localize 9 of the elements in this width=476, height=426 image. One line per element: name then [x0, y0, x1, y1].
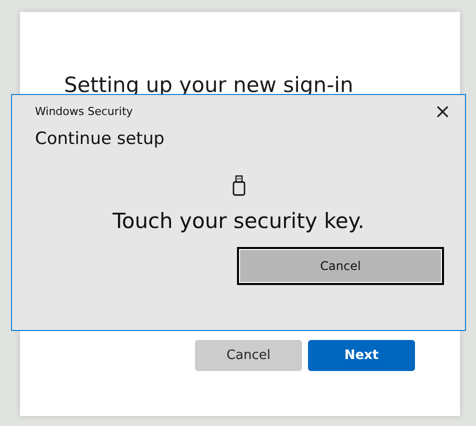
- cancel-button[interactable]: Cancel: [237, 247, 444, 285]
- usb-key-icon: [232, 175, 246, 197]
- window-title: Setting up your new sign-in: [64, 72, 354, 99]
- dialog-heading: Continue setup: [35, 129, 164, 149]
- close-button[interactable]: ×: [428, 101, 457, 121]
- dialog-title: Windows Security: [35, 104, 133, 118]
- next-button[interactable]: Next: [308, 340, 415, 371]
- cancel-button[interactable]: Cancel: [195, 340, 302, 371]
- dialog-message: Touch your security key.: [112, 209, 366, 233]
